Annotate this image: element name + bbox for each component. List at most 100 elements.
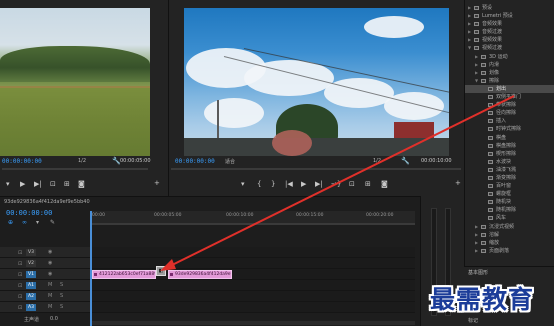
playhead[interactable]: [90, 211, 92, 326]
disclosure-icon[interactable]: ▶: [475, 223, 478, 231]
effects-item[interactable]: 渐变擦除: [465, 174, 554, 182]
track-header-v1[interactable]: ⊡ V1 ◉: [0, 269, 90, 280]
effects-folder[interactable]: ▼ 视频过渡: [465, 44, 554, 52]
marker-icon[interactable]: ▾: [36, 219, 39, 226]
time-ruler[interactable]: 00:00 00:00:05:00 00:00:10:00 00:00:15:00 00…: [90, 211, 415, 223]
disclosure-icon[interactable]: ▶: [475, 231, 478, 239]
disclosure-icon[interactable]: ▶: [468, 4, 471, 12]
disclosure-icon[interactable]: ▶: [468, 20, 471, 28]
lock-icon[interactable]: ⊡: [18, 294, 22, 300]
effects-item[interactable]: 棋盘擦除: [465, 142, 554, 150]
effects-folder[interactable]: ▶ 划像: [465, 69, 554, 77]
sequence-tab[interactable]: 93de929836a4f412da9ef9e5bb40: [4, 199, 90, 205]
work-area-bar[interactable]: [90, 223, 415, 225]
effects-item[interactable]: 螺旋框: [465, 190, 554, 198]
transition-marker[interactable]: ◧: [156, 266, 166, 276]
mute-icon[interactable]: M: [48, 304, 52, 310]
master-volume[interactable]: 0.0: [50, 316, 58, 322]
video-clip[interactable]: 412122ab653c0ef71a889e3e276: [92, 270, 156, 279]
track-lane-a3[interactable]: [90, 302, 415, 313]
disclosure-icon[interactable]: ▶: [468, 12, 471, 20]
effects-folder[interactable]: ▶ 音频效果: [465, 20, 554, 28]
fit-select[interactable]: 适合: [225, 158, 235, 165]
track-lane-v1[interactable]: 412122ab653c0ef71a889e3e276 93de929836a4f…: [90, 269, 415, 280]
solo-icon[interactable]: S: [60, 293, 63, 299]
lift-icon[interactable]: ⊡: [349, 180, 355, 188]
lock-icon[interactable]: ⊡: [18, 261, 22, 267]
effects-item[interactable]: 划出: [465, 84, 554, 94]
eye-icon[interactable]: ◉: [48, 271, 52, 277]
go-to-in-icon[interactable]: {: [257, 180, 261, 188]
track-name[interactable]: V3: [26, 249, 36, 256]
lock-icon[interactable]: ⊡: [18, 283, 22, 289]
source-scrubber[interactable]: [2, 168, 148, 170]
program-timecode[interactable]: 00:00:00:00: [175, 158, 215, 165]
disclosure-icon[interactable]: ▼: [468, 44, 471, 52]
disclosure-icon[interactable]: ▶: [475, 69, 478, 77]
effects-item[interactable]: 百叶窗: [465, 182, 554, 190]
disclosure-icon[interactable]: ▶: [475, 247, 478, 255]
effects-item[interactable]: 水波块: [465, 158, 554, 166]
lock-icon[interactable]: ⊡: [18, 250, 22, 256]
disclosure-icon[interactable]: ▶: [475, 53, 478, 61]
effects-folder[interactable]: ▶ 预设: [465, 4, 554, 12]
effects-item[interactable]: 随机块: [465, 198, 554, 206]
track-name[interactable]: A3: [26, 304, 36, 311]
track-lane-v2[interactable]: [90, 258, 415, 269]
effects-folder[interactable]: ▶ 音频过渡: [465, 28, 554, 36]
add-button-icon[interactable]: +: [154, 179, 160, 187]
effects-folder[interactable]: ▶ 内滑: [465, 61, 554, 69]
disclosure-icon[interactable]: ▼: [475, 77, 478, 85]
track-header-v2[interactable]: ⊡ V2 ◉: [0, 258, 90, 269]
effects-item[interactable]: 随机擦除: [465, 206, 554, 214]
insert-icon[interactable]: ⊡: [50, 180, 56, 188]
effects-item[interactable]: 时钟式擦除: [465, 125, 554, 133]
mark-in-icon[interactable]: ▾: [6, 180, 10, 188]
track-header-a2[interactable]: ⊡ A2 M S: [0, 291, 90, 302]
track-lane-a1[interactable]: [90, 280, 415, 291]
go-to-out-point-icon[interactable]: →}: [331, 180, 341, 188]
effects-folder[interactable]: ▶ 3D 运动: [465, 53, 554, 61]
track-name[interactable]: V1: [26, 271, 36, 278]
add-button-icon[interactable]: +: [455, 179, 461, 187]
track-lane-v3[interactable]: [90, 247, 415, 258]
effects-folder[interactable]: ▶ 页面剥落: [465, 247, 554, 255]
camera-icon[interactable]: ◙: [381, 180, 388, 188]
effects-item[interactable]: 双侧平推门: [465, 93, 554, 101]
track-header-a3[interactable]: ⊡ A3 M S: [0, 302, 90, 313]
disclosure-icon[interactable]: ▶: [468, 28, 471, 36]
effects-item[interactable]: 径向擦除: [465, 109, 554, 117]
effects-folder[interactable]: ▶ 沉浸式视频: [465, 223, 554, 231]
effects-item[interactable]: 插入: [465, 117, 554, 125]
source-video-frame[interactable]: [0, 8, 150, 156]
step-back-icon[interactable]: |◀: [285, 180, 293, 188]
source-in-timecode[interactable]: 00:00:00:00: [2, 158, 42, 165]
program-zoom[interactable]: 1/2: [373, 158, 381, 164]
timeline-scrollbar[interactable]: [90, 321, 415, 325]
effects-item[interactable]: 棋盘: [465, 134, 554, 142]
video-clip[interactable]: 93de929836a4f412da9ef9e5bb40: [168, 270, 232, 279]
track-header-v3[interactable]: ⊡ V3 ◉: [0, 247, 90, 258]
source-zoom[interactable]: 1/2: [78, 158, 86, 164]
step-forward-icon[interactable]: ▶|: [34, 180, 42, 188]
effects-folder[interactable]: ▶ 溶解: [465, 231, 554, 239]
markers-tab[interactable]: 标记: [468, 317, 478, 324]
wrench-icon[interactable]: 🔧: [401, 157, 410, 165]
lock-icon[interactable]: ⊡: [18, 305, 22, 311]
extract-icon[interactable]: ⊞: [365, 180, 371, 188]
lock-icon[interactable]: ⊡: [18, 272, 22, 278]
mute-icon[interactable]: M: [48, 293, 52, 299]
link-icon[interactable]: ∞: [22, 219, 27, 226]
eye-icon[interactable]: ◉: [48, 249, 52, 255]
track-name[interactable]: A2: [26, 293, 36, 300]
effects-folder[interactable]: ▶ Lumetri 预设: [465, 12, 554, 20]
eye-icon[interactable]: ◉: [48, 260, 52, 266]
settings-icon[interactable]: ✎: [50, 219, 55, 226]
effects-folder[interactable]: ▼ 擦除: [465, 77, 554, 85]
solo-icon[interactable]: S: [60, 282, 63, 288]
step-forward-icon[interactable]: ▶|: [315, 180, 323, 188]
play-icon[interactable]: ▶: [20, 180, 25, 188]
overwrite-icon[interactable]: ⊞: [64, 180, 70, 188]
play-icon[interactable]: ▶: [301, 180, 306, 188]
go-to-out-icon[interactable]: }: [271, 180, 275, 188]
